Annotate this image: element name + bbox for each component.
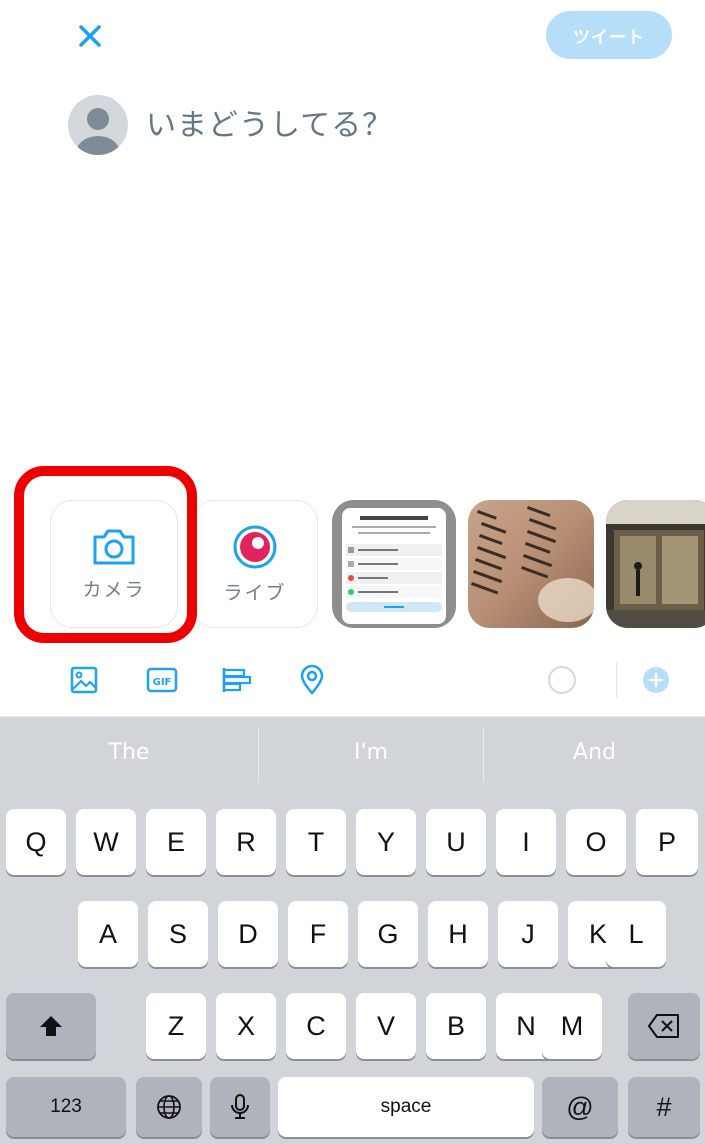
character-count-icon [546,664,578,696]
key-c[interactable]: C [286,993,346,1059]
shift-key[interactable] [6,993,96,1059]
add-thread-icon[interactable] [640,664,672,696]
gif-icon[interactable]: GIF [146,664,178,696]
key-w[interactable]: W [76,809,136,875]
microphone-icon [231,1094,249,1119]
numbers-key[interactable]: 123 [6,1077,126,1137]
key-u[interactable]: U [426,809,486,875]
key-g[interactable]: G [358,901,418,967]
key-a[interactable]: A [78,901,138,967]
key-p[interactable]: P [636,809,698,875]
globe-key[interactable] [136,1077,202,1137]
suggestion-1[interactable]: The [0,717,258,787]
suggestion-3[interactable]: And [484,717,705,787]
key-o[interactable]: O [566,809,626,875]
key-f[interactable]: F [288,901,348,967]
key-v[interactable]: V [356,993,416,1059]
globe-icon [157,1095,181,1119]
image-icon[interactable] [68,664,100,696]
key-q[interactable]: Q [6,809,66,875]
key-s[interactable]: S [148,901,208,967]
microphone-key[interactable] [210,1077,270,1137]
location-icon[interactable] [296,664,328,696]
live-label: ライブ [223,581,287,604]
live-tile[interactable]: ライブ [192,500,318,628]
svg-text:GIF: GIF [153,677,172,688]
compose-screen: ツイート いまどうしてる？ カメラ ライブ GIF The I'm And Q … [0,0,705,1144]
hash-key[interactable]: # [628,1077,700,1137]
keyboard: The I'm And Q W E R T Y U I O P A S D F … [0,717,705,1144]
key-h[interactable]: H [428,901,488,967]
at-key[interactable]: @ [542,1077,618,1137]
photo-thumbnail[interactable] [606,500,705,628]
space-key[interactable]: space [278,1077,534,1137]
key-b[interactable]: B [426,993,486,1059]
suggestion-2[interactable]: I'm [259,717,483,787]
key-m[interactable]: M [542,993,602,1059]
key-z[interactable]: Z [146,993,206,1059]
poll-icon[interactable] [220,664,252,696]
avatar [68,95,128,155]
photo-thumbnail[interactable] [332,500,456,628]
compose-text-input[interactable]: いまどうしてる？ [146,100,393,144]
tweet-button[interactable]: ツイート [546,11,672,59]
key-i[interactable]: I [496,809,556,875]
backspace-key[interactable] [628,993,700,1059]
backspace-icon [648,1014,679,1038]
key-d[interactable]: D [218,901,278,967]
photo-thumbnail[interactable] [468,500,594,628]
live-icon [233,525,277,568]
key-y[interactable]: Y [356,809,416,875]
close-icon[interactable] [72,18,108,54]
key-e[interactable]: E [146,809,206,875]
key-r[interactable]: R [216,809,276,875]
key-l[interactable]: L [606,901,666,967]
highlight-frame [14,466,197,643]
key-j[interactable]: J [498,901,558,967]
key-t[interactable]: T [286,809,346,875]
toolbar-divider [616,662,617,698]
shift-icon [40,1016,62,1036]
key-x[interactable]: X [216,993,276,1059]
